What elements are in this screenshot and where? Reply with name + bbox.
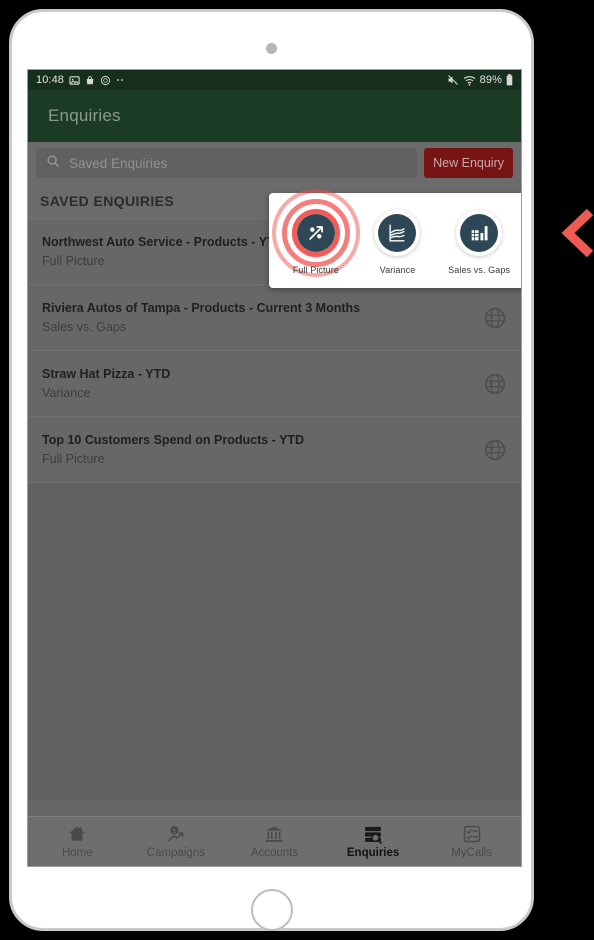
page-title: Enquiries xyxy=(48,106,121,125)
status-bar-time: 10:48 xyxy=(36,74,65,86)
tablet-device-frame: 10:48 89% Enquiries Saved Enquiries New … xyxy=(9,9,534,931)
nav-label: Campaigns xyxy=(146,847,205,859)
search-toolbar: Saved Enquiries New Enquiry xyxy=(28,142,521,184)
popup-option-label: Sales vs. Gaps xyxy=(448,264,511,275)
globe-icon[interactable] xyxy=(483,438,507,462)
more-dots-icon xyxy=(116,78,127,82)
row-text-group: Riviera Autos of Tampa - Products - Curr… xyxy=(42,301,475,334)
bag-icon xyxy=(85,75,95,86)
empty-list-area xyxy=(28,482,521,800)
row-text-group: Straw Hat Pizza - YTD Variance xyxy=(42,367,475,400)
popup-option-sales-vs-gaps[interactable]: Sales vs. Gaps xyxy=(442,207,516,275)
enquiry-title: Riviera Autos of Tampa - Products - Curr… xyxy=(42,301,361,315)
front-camera-icon xyxy=(266,43,277,54)
status-bar-left: 10:48 xyxy=(36,74,127,86)
clock-icon xyxy=(100,75,111,86)
search-icon xyxy=(46,154,60,173)
variance-icon-wrap xyxy=(371,207,423,259)
enquiry-subtitle: Sales vs. Gaps xyxy=(42,320,127,334)
nav-label: MyCalls xyxy=(451,847,493,859)
variance-circle xyxy=(374,209,421,256)
bar-chart-icon xyxy=(460,213,499,252)
sales-vs-gaps-icon-wrap xyxy=(453,207,505,259)
bottom-navigation-bar: Home $ Campaigns Accounts Enquiries MyCa… xyxy=(28,816,521,866)
table-row[interactable]: Top 10 Customers Spend on Products - YTD… xyxy=(28,416,521,482)
nav-label: Home xyxy=(61,847,93,859)
popup-option-label: Full Picture xyxy=(292,264,339,275)
enquiry-title: Straw Hat Pizza - YTD xyxy=(42,367,171,381)
sales-vs-gaps-circle xyxy=(456,209,503,256)
full-picture-circle xyxy=(292,209,339,256)
nav-item-mycalls[interactable]: MyCalls xyxy=(422,817,521,866)
popup-option-variance[interactable]: Variance xyxy=(360,207,434,275)
enquiry-title: Top 10 Customers Spend on Products - YTD xyxy=(42,433,305,447)
popup-option-label: Variance xyxy=(379,264,416,275)
nav-label: Enquiries xyxy=(346,847,400,859)
saved-enquiries-list: Northwest Auto Service - Products - YTD … xyxy=(28,218,521,800)
globe-icon[interactable] xyxy=(483,372,507,396)
row-text-group: Top 10 Customers Spend on Products - YTD… xyxy=(42,433,475,466)
nav-label: Accounts xyxy=(250,847,299,859)
search-input[interactable]: Saved Enquiries xyxy=(36,148,418,178)
table-row[interactable]: Riviera Autos of Tampa - Products - Curr… xyxy=(28,284,521,350)
mute-icon xyxy=(447,74,459,86)
wifi-icon xyxy=(463,75,476,86)
enquiry-subtitle: Full Picture xyxy=(42,452,105,466)
search-placeholder-text: Saved Enquiries xyxy=(69,155,168,171)
status-bar-right: 89% xyxy=(447,74,513,86)
full-picture-icon-wrap xyxy=(271,188,360,277)
globe-icon[interactable] xyxy=(483,306,507,330)
nav-item-home[interactable]: Home xyxy=(28,817,127,866)
campaigns-icon: $ xyxy=(166,824,186,844)
enquiries-icon xyxy=(363,824,383,844)
checklist-icon xyxy=(462,824,482,844)
chevron-left-arrow-icon xyxy=(560,207,594,259)
image-icon xyxy=(69,75,80,86)
popup-option-full-picture[interactable]: Full Picture xyxy=(271,188,360,277)
battery-percent-label: 89% xyxy=(479,74,502,86)
line-chart-icon xyxy=(378,213,417,252)
nav-item-campaigns[interactable]: $ Campaigns xyxy=(127,817,226,866)
status-bar: 10:48 89% xyxy=(28,70,521,90)
nav-item-enquiries[interactable]: Enquiries xyxy=(324,817,423,866)
app-header: Enquiries xyxy=(28,90,521,142)
table-row[interactable]: Straw Hat Pizza - YTD Variance xyxy=(28,350,521,416)
bank-icon xyxy=(264,824,284,844)
home-button[interactable] xyxy=(250,889,293,931)
enquiry-subtitle: Variance xyxy=(42,386,91,400)
home-icon xyxy=(67,824,87,844)
new-enquiry-button[interactable]: New Enquiry xyxy=(424,148,513,178)
nav-item-accounts[interactable]: Accounts xyxy=(225,817,324,866)
chart-type-popup: Full Picture Variance Sales vs. Gaps xyxy=(269,188,521,288)
percent-trend-icon xyxy=(296,213,335,252)
battery-icon xyxy=(506,74,513,86)
phone-screen: 10:48 89% Enquiries Saved Enquiries New … xyxy=(27,69,522,867)
